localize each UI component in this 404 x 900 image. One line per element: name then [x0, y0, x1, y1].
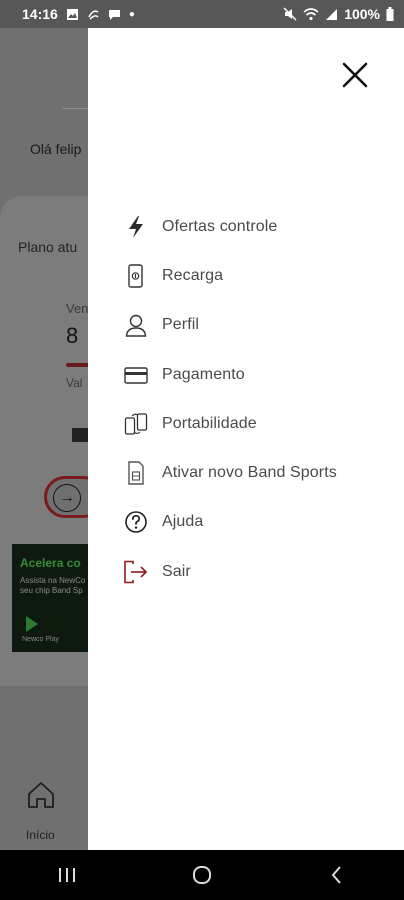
- lightning-icon: [129, 215, 143, 238]
- wifi-icon: [303, 8, 319, 21]
- menu-label: Ativar novo Band Sports: [162, 464, 337, 482]
- mute-icon: [283, 7, 297, 21]
- navigation-drawer: Ofertas controle Recarga Perfil Pagament…: [88, 28, 404, 850]
- menu-item-portabilidade[interactable]: Portabilidade: [88, 399, 404, 448]
- menu-item-recarga[interactable]: Recarga: [88, 251, 404, 300]
- chat-notification-icon: [108, 9, 120, 20]
- recents-icon: [59, 868, 76, 882]
- portability-icon: [124, 413, 148, 435]
- menu-item-perfil[interactable]: Perfil: [88, 301, 404, 350]
- back-icon: [331, 866, 341, 884]
- home-label: Início: [26, 828, 55, 842]
- banner-brand: Newco Play: [22, 636, 59, 643]
- notification-icons: ●: [66, 8, 135, 21]
- battery-percentage: 100%: [344, 6, 380, 22]
- recents-button[interactable]: [37, 855, 97, 895]
- phone-recharge-icon: [128, 264, 143, 288]
- menu-label: Ajuda: [162, 513, 204, 531]
- battery-icon: [386, 7, 394, 21]
- play-logo-icon: [26, 616, 38, 632]
- credit-card-icon: [124, 366, 148, 384]
- plan-label: Plano atu: [18, 239, 78, 255]
- drawer-menu: Ofertas controle Recarga Perfil Pagament…: [88, 202, 404, 596]
- logout-icon: [124, 560, 148, 584]
- menu-item-ofertas-controle[interactable]: Ofertas controle: [88, 202, 404, 251]
- value-label: Val: [66, 376, 83, 390]
- banner-line-2: seu chip Band Sp: [20, 586, 83, 595]
- arrow-right-icon: →: [53, 484, 81, 512]
- sim-card-icon: [128, 461, 144, 485]
- menu-label: Pagamento: [162, 365, 245, 383]
- greeting-text: Olá felip: [30, 141, 82, 157]
- home-icon[interactable]: [26, 780, 56, 810]
- image-notification-icon: [66, 8, 78, 20]
- menu-label: Sair: [162, 562, 191, 580]
- menu-item-sair[interactable]: Sair: [88, 547, 404, 596]
- home-circle-icon: [192, 866, 211, 884]
- menu-item-ativar-band-sports[interactable]: Ativar novo Band Sports: [88, 448, 404, 497]
- menu-label: Recarga: [162, 266, 224, 284]
- sync-notification-icon: [88, 9, 99, 20]
- status-time: 14:16: [22, 6, 58, 22]
- help-icon: [125, 511, 147, 534]
- menu-item-ajuda[interactable]: Ajuda: [88, 498, 404, 547]
- menu-label: Ofertas controle: [162, 217, 278, 235]
- close-icon: [342, 62, 368, 88]
- system-nav-bar: [0, 850, 404, 900]
- menu-item-pagamento[interactable]: Pagamento: [88, 350, 404, 399]
- status-bar: 14:16 ● 100%: [0, 0, 404, 28]
- menu-label: Perfil: [162, 316, 200, 334]
- back-button[interactable]: [307, 855, 367, 895]
- due-date-value: 8: [66, 323, 79, 348]
- menu-label: Portabilidade: [162, 414, 257, 432]
- due-date-label: Ven: [66, 301, 89, 316]
- banner-line-1: Assista na NewCo: [20, 576, 86, 585]
- signal-icon: [326, 8, 338, 20]
- banner-title: Acelera co: [20, 556, 81, 570]
- user-icon: [125, 315, 147, 337]
- dot-notification-icon: ●: [128, 8, 135, 20]
- home-button[interactable]: [172, 855, 232, 895]
- close-button[interactable]: [340, 60, 370, 90]
